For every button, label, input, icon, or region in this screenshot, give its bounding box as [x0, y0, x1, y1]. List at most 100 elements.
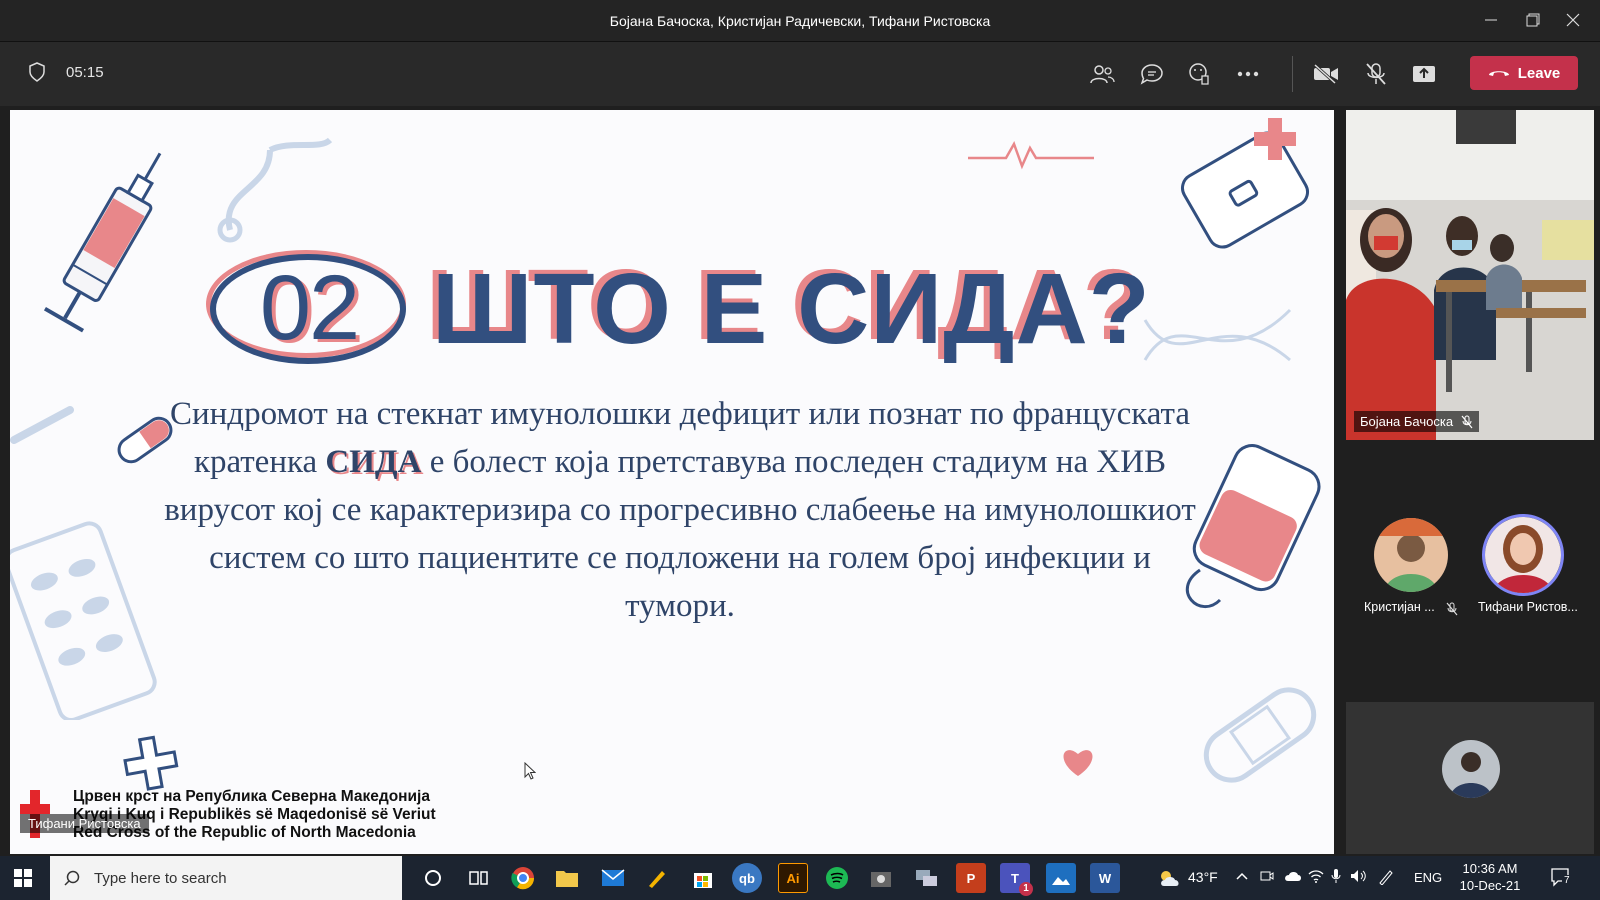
photos-icon: [1052, 877, 1070, 885]
slide-paragraph: Синдромот на стекнат имунолошки дефицит …: [160, 390, 1200, 630]
taskbar-photos[interactable]: [1046, 863, 1076, 893]
cortana-button[interactable]: [418, 863, 448, 893]
start-button[interactable]: [14, 869, 32, 892]
meet-now-icon: [1260, 871, 1274, 881]
tray-wifi[interactable]: [1308, 869, 1324, 886]
shield-icon: [29, 62, 45, 82]
pen-icon: [649, 871, 665, 888]
syringe-illustration: [43, 152, 162, 333]
mic-muted-icon: [1461, 415, 1473, 428]
participant-name: Бојана Бачоска: [1360, 414, 1454, 429]
weather-temp[interactable]: 43°F: [1188, 869, 1218, 885]
microphone-icon: [1331, 869, 1341, 883]
pen-workspace-icon: [1379, 870, 1393, 886]
phone-hangup-icon: [1488, 71, 1509, 76]
participant-avatar-kristijan[interactable]: [1374, 518, 1448, 592]
meeting-toolbar: 05:15 Leave: [0, 42, 1600, 106]
minimize-icon: [1485, 19, 1497, 21]
teams-badge: 1: [1019, 882, 1033, 896]
tray-onedrive[interactable]: [1284, 870, 1302, 885]
task-view-button[interactable]: [464, 863, 494, 893]
tray-meet-now[interactable]: [1260, 869, 1274, 886]
taskbar-app-remote[interactable]: [912, 863, 942, 893]
taskbar-chrome[interactable]: [508, 863, 538, 893]
cross-illustration: [123, 735, 179, 791]
cortana-icon: [425, 870, 441, 886]
tray-pen[interactable]: [1378, 869, 1394, 888]
folder-icon: [556, 871, 578, 887]
tray-overflow[interactable]: [1236, 868, 1248, 883]
search-icon: [64, 870, 80, 886]
tray-volume[interactable]: [1350, 869, 1368, 886]
taskbar-powerpoint[interactable]: P: [956, 863, 986, 893]
pill-pack-illustration: [10, 521, 157, 720]
taskbar-app-pen[interactable]: [642, 863, 672, 893]
chrome-icon: [511, 867, 535, 890]
mic-muted-icon: [1446, 602, 1458, 616]
slide-heading: ШТО Е СИДА?: [432, 253, 1151, 365]
bandage-illustration: [1203, 687, 1317, 783]
close-button[interactable]: [1550, 0, 1596, 40]
camera-off-icon: [1313, 64, 1338, 84]
shared-slide: 02 ШТО Е СИДА? Синдромот на стекнат имун…: [10, 110, 1334, 854]
reactions-button[interactable]: [1182, 56, 1218, 92]
taskbar-spotify[interactable]: [822, 863, 852, 893]
people-button[interactable]: [1084, 56, 1120, 92]
word-icon: W: [1098, 870, 1112, 886]
taskbar-illustrator[interactable]: Ai: [778, 863, 808, 893]
first-aid-kit-illustration: [1180, 118, 1310, 249]
participant-tile-self[interactable]: [1346, 702, 1594, 854]
tray-clock[interactable]: 10:36 AM 10-Dec-21: [1452, 860, 1528, 894]
spotify-icon: [826, 867, 848, 889]
taskbar-file-explorer[interactable]: [552, 863, 582, 893]
people-icon: [1090, 65, 1115, 84]
notification-center[interactable]: 7: [1550, 867, 1572, 890]
avatar-photo: [1485, 517, 1561, 593]
restore-icon: [1526, 13, 1540, 27]
taskbar-app-camera[interactable]: [866, 863, 896, 893]
volume-icon: [1351, 870, 1366, 882]
tray-mic[interactable]: [1330, 868, 1342, 887]
teams-icon: T: [1011, 870, 1019, 886]
weather-icon: [1161, 871, 1179, 886]
mail-icon: [601, 869, 625, 886]
taskbar-search-box[interactable]: Type here to search: [50, 856, 402, 900]
slide-title: 02 ШТО Е СИДА?: [206, 238, 1150, 378]
taskbar-teams[interactable]: T 1: [1000, 863, 1033, 896]
illustrator-icon: Ai: [786, 870, 800, 886]
clock-time: 10:36 AM: [1462, 861, 1518, 876]
taskbar-mail[interactable]: [598, 863, 628, 893]
participant-video-tile[interactable]: Бојана Бачоска: [1346, 110, 1594, 440]
meeting-timer: 05:15: [66, 64, 104, 81]
clock-date: 10-Dec-21: [1459, 878, 1521, 893]
dna-illustration: [1143, 308, 1292, 362]
mouse-cursor-icon: [524, 762, 536, 780]
title-bar: Бојана Бачоска, Кристијан Радичевски, Ти…: [0, 0, 1600, 42]
share-screen-button[interactable]: [1406, 56, 1442, 92]
chevron-up-icon: [1236, 872, 1248, 880]
leave-button[interactable]: Leave: [1470, 56, 1578, 90]
wifi-icon: [1308, 870, 1324, 883]
minimize-button[interactable]: [1468, 0, 1514, 40]
leave-label: Leave: [1517, 64, 1561, 82]
avatar-name-kristijan: Кристијан ...: [1364, 600, 1435, 614]
qbittorrent-icon: qb: [739, 870, 755, 886]
mic-off-icon: [1366, 63, 1386, 85]
taskbar-word[interactable]: W: [1090, 863, 1120, 893]
window-title: Бојана Бачоска, Кристијан Радичевски, Ти…: [609, 13, 991, 29]
participant-video-feed: [1346, 110, 1594, 440]
task-view-icon: [469, 871, 488, 885]
taskbar-store[interactable]: [688, 863, 718, 893]
mic-toggle[interactable]: [1358, 56, 1394, 92]
taskbar-qbittorrent[interactable]: qb: [732, 863, 762, 893]
more-options-button[interactable]: [1230, 56, 1266, 92]
heart-illustration: [1063, 750, 1093, 776]
chat-button[interactable]: [1134, 56, 1170, 92]
camera-toggle[interactable]: [1308, 56, 1344, 92]
stethoscope-illustration: [217, 137, 333, 243]
meeting-stage: 02 ШТО Е СИДА? Синдромот на стекнат имун…: [0, 106, 1600, 856]
participant-avatar-tifani[interactable]: [1482, 514, 1564, 596]
self-avatar: [1442, 740, 1500, 798]
red-cross-line-mk: Црвен крст на Република Северна Македони…: [73, 788, 430, 805]
tray-language[interactable]: ENG: [1414, 870, 1442, 885]
